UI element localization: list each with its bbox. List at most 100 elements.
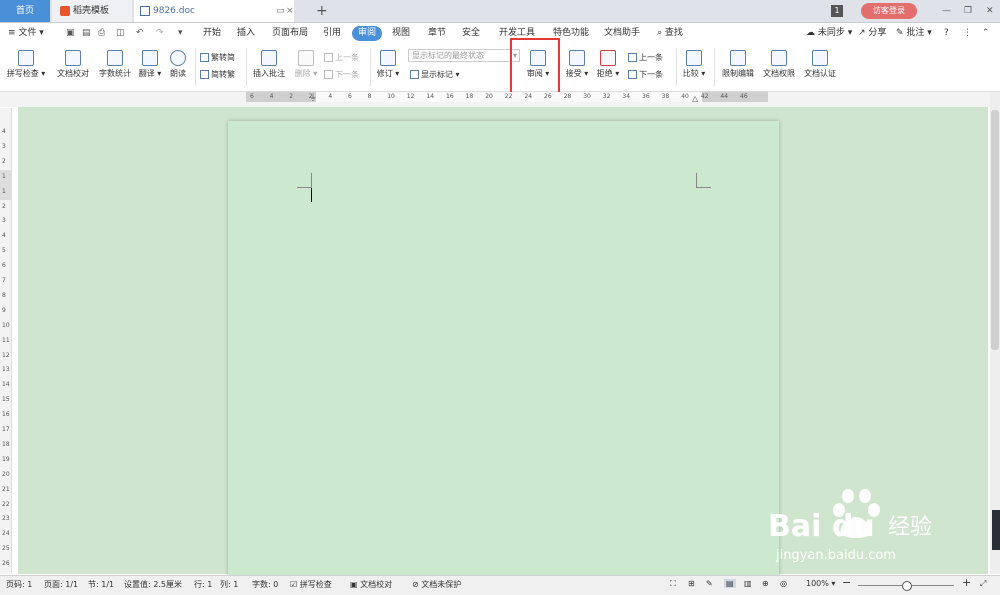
status-spell-button[interactable]: ☑ 拼写检查: [290, 579, 332, 590]
close-window-icon[interactable]: ✕: [986, 0, 994, 22]
close-icon[interactable]: ×: [286, 0, 294, 22]
zoom-level[interactable]: 100% ▾: [806, 579, 835, 588]
next-comment-button[interactable]: 下一条: [324, 68, 359, 81]
redo-icon[interactable]: ↷: [156, 26, 164, 41]
menu-reference[interactable]: 引用: [323, 26, 341, 41]
file-menu[interactable]: ≡ 文件 ▾: [8, 26, 44, 41]
menu-chapter[interactable]: 章节: [428, 26, 446, 41]
doc-proof-label: 文档校对: [57, 69, 89, 78]
sync-button[interactable]: ☁ 未同步 ▾: [806, 26, 852, 41]
right-indent-icon[interactable]: △: [692, 94, 698, 103]
next-comment-icon: [324, 70, 333, 79]
zoom-slider-handle[interactable]: [902, 581, 912, 591]
status-row[interactable]: 行: 1: [194, 579, 212, 590]
status-page[interactable]: 页码: 1: [6, 579, 32, 590]
collapse-ribbon-icon[interactable]: ⌃: [982, 26, 990, 41]
track-changes-button[interactable]: 修订 ▾: [374, 50, 402, 79]
status-pages[interactable]: 页面: 1/1: [44, 579, 78, 590]
guest-login-button[interactable]: 访客登录: [861, 3, 917, 19]
translate-button[interactable]: 翻译 ▾: [138, 50, 162, 79]
tab-document[interactable]: 9826.doc ▭ ×: [134, 0, 294, 22]
share-button[interactable]: ↗ 分享: [858, 26, 886, 41]
menu-find[interactable]: ⌕ 查找: [657, 26, 683, 41]
vertical-ruler-tick-label: 3: [2, 142, 6, 150]
read-aloud-button[interactable]: 朗读: [166, 50, 190, 79]
menu-insert[interactable]: 插入: [237, 26, 255, 41]
insert-comment-button[interactable]: 插入批注: [250, 50, 288, 79]
compare-button[interactable]: 比较 ▾: [680, 50, 708, 79]
delete-comment-button[interactable]: 删除 ▾: [292, 50, 320, 79]
more-icon[interactable]: ⋮: [963, 26, 972, 41]
folder-icon[interactable]: ▤: [82, 26, 91, 41]
doc-proof-button[interactable]: 文档校对: [54, 50, 92, 79]
page-view-icon[interactable]: ▤: [724, 579, 736, 588]
menu-layout[interactable]: 页面布局: [272, 26, 308, 41]
document-page[interactable]: [228, 121, 779, 581]
accept-button[interactable]: 接受 ▾: [564, 50, 590, 79]
comment-menu-button[interactable]: ✎ 批注 ▾: [896, 26, 932, 41]
menu-assistant[interactable]: 文档助手: [604, 26, 640, 41]
layout-icon[interactable]: ⊞: [688, 579, 695, 588]
certificate-icon: [812, 50, 828, 66]
print-icon[interactable]: ⎙: [98, 26, 105, 41]
file-menu-label: 文件: [18, 28, 37, 38]
indent-marker-icon[interactable]: ⏚: [309, 92, 317, 103]
divider: [195, 48, 196, 86]
preview-icon[interactable]: ◫: [116, 26, 125, 41]
spell-check-button[interactable]: 拼写检查 ▾: [6, 50, 46, 79]
customize-icon[interactable]: ▾: [178, 26, 183, 41]
trad-to-simp-button[interactable]: 繁转简: [200, 51, 235, 64]
status-protect-button[interactable]: ⊘ 文档未保护: [412, 579, 461, 590]
window-counter-badge[interactable]: 1: [831, 5, 843, 17]
menu-view[interactable]: 视图: [392, 26, 410, 41]
crop-mark-top-left: [297, 173, 312, 188]
next-change-button[interactable]: 下一条: [628, 68, 663, 81]
doc-permission-button[interactable]: 文档权限: [760, 50, 798, 79]
display-state-value: 显示标记的最终状态: [412, 51, 484, 60]
restore-icon[interactable]: ❐: [964, 0, 972, 22]
show-markup-button[interactable]: 显示标记 ▾: [410, 68, 460, 81]
vertical-ruler-tick-label: 6: [2, 262, 6, 270]
pen-icon[interactable]: ✎: [706, 579, 713, 588]
pin-icon[interactable]: ▭: [276, 0, 285, 22]
help-button[interactable]: ?: [944, 26, 949, 41]
ruler-tick-label: 4: [328, 93, 333, 100]
status-setting[interactable]: 设置值: 2.5厘米: [124, 579, 182, 590]
scrollbar-thumb[interactable]: [991, 110, 999, 350]
text-cursor: [311, 188, 312, 202]
fullscreen-icon[interactable]: ⛶: [670, 579, 676, 589]
zoom-in-icon[interactable]: +: [962, 576, 971, 589]
fit-icon[interactable]: ⤢: [980, 579, 986, 589]
minimize-icon[interactable]: —: [942, 0, 951, 22]
prev-comment-button[interactable]: 上一条: [324, 51, 359, 64]
word-doc-icon: [140, 5, 150, 16]
simp-to-trad-button[interactable]: 简转繁: [200, 68, 235, 81]
tab-home[interactable]: 首页: [0, 0, 50, 22]
vertical-ruler-tick-label: 7: [2, 277, 6, 284]
ruler-tick-label: 24: [524, 93, 533, 100]
doc-cert-button[interactable]: 文档认证: [800, 50, 840, 79]
display-state-select[interactable]: 显示标记的最终状态 ▾: [408, 49, 520, 62]
outline-view-icon[interactable]: ▥: [744, 579, 752, 588]
restrict-edit-button[interactable]: 限制编辑: [718, 50, 758, 79]
status-section[interactable]: 节: 1/1: [88, 579, 114, 590]
undo-icon[interactable]: ↶: [136, 26, 144, 41]
status-col[interactable]: 列: 1: [220, 579, 238, 590]
tab-template[interactable]: 稻壳模板: [52, 0, 132, 22]
zoom-out-icon[interactable]: −: [842, 576, 851, 589]
vertical-ruler-tick-label: 3: [2, 217, 6, 225]
word-count-button[interactable]: 字数统计: [96, 50, 134, 79]
prev-change-button[interactable]: 上一条: [628, 51, 663, 64]
web-view-icon[interactable]: ⊕: [762, 579, 769, 588]
status-proof-button[interactable]: ▣ 文档校对: [350, 579, 392, 590]
reject-button[interactable]: 拒绝 ▾: [595, 50, 621, 79]
ruler-tick-label: 32: [602, 93, 611, 100]
menu-security[interactable]: 安全: [462, 26, 480, 41]
new-tab-icon[interactable]: +: [316, 0, 330, 22]
save-icon[interactable]: ▣: [66, 26, 75, 41]
menu-start[interactable]: 开始: [203, 26, 221, 41]
status-words[interactable]: 字数: 0: [252, 579, 278, 590]
menu-review[interactable]: 审阅: [352, 26, 383, 41]
eye-protect-icon[interactable]: ◎: [780, 579, 787, 588]
side-panel-handle[interactable]: [992, 510, 1000, 550]
